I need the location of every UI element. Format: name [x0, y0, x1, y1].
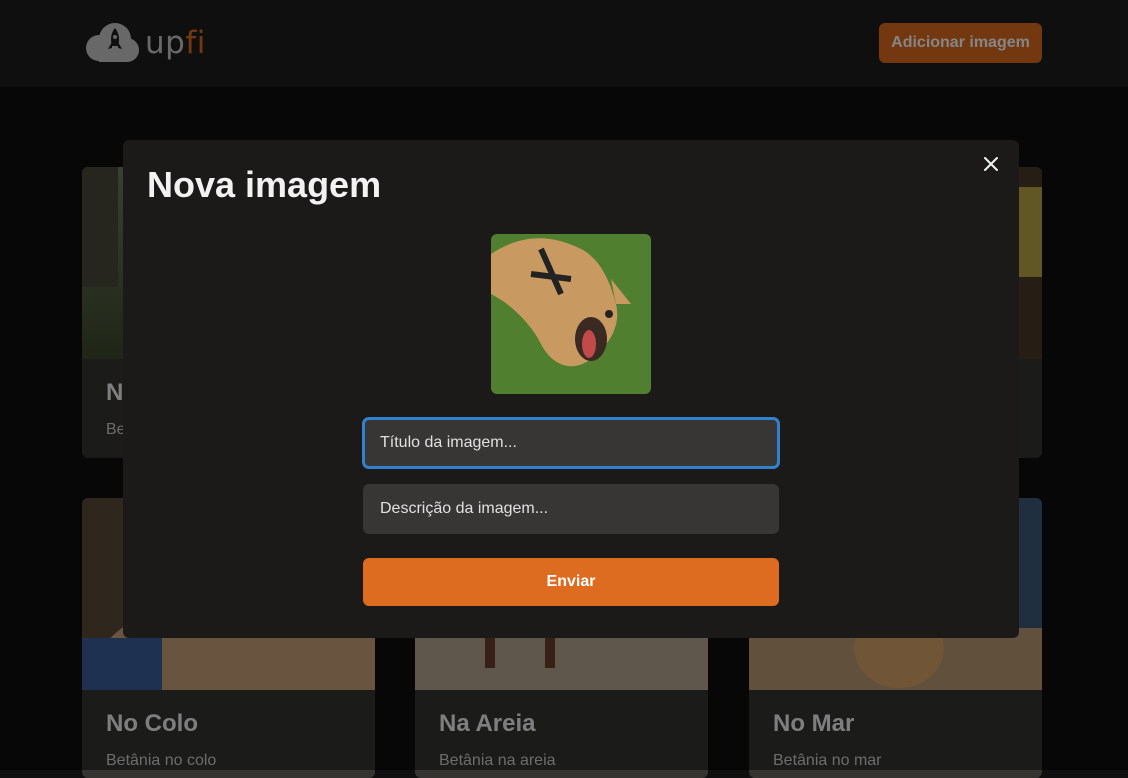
image-preview[interactable] [491, 234, 651, 394]
modal-title: Nova imagem [147, 164, 382, 205]
submit-button[interactable]: Enviar [363, 558, 779, 606]
close-icon [984, 157, 998, 171]
dog-photo [491, 234, 651, 394]
close-button[interactable] [979, 152, 1003, 176]
image-description-input[interactable] [363, 484, 779, 534]
image-title-input[interactable] [363, 418, 779, 468]
new-image-modal: Nova imagem Enviar [123, 140, 1019, 638]
